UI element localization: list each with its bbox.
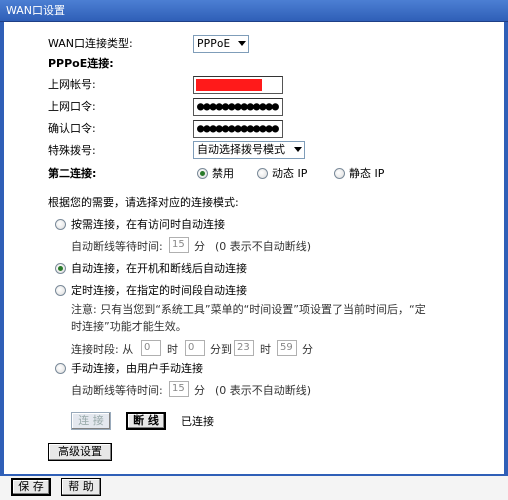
username-input[interactable] (193, 76, 283, 94)
mode-on-demand-label: 按需连接，在有访问时自动连接 (71, 218, 225, 231)
dial-mode-select[interactable]: 自动选择拨号模式 (193, 141, 305, 159)
wan-type-value: PPPoE (197, 37, 231, 50)
advanced-settings-button[interactable]: 高级设置 (48, 443, 112, 461)
frame-right (504, 22, 508, 474)
period-min-to: 分到 (210, 343, 232, 356)
mode-on-demand-radio[interactable] (55, 219, 66, 230)
mode-auto-label: 自动连接，在开机和断线后自动连接 (71, 262, 247, 275)
confirm-password-input[interactable]: ●●●●●●●●●●●●● (193, 120, 283, 138)
redacted-mask (196, 79, 262, 91)
connection-status: 已连接 (181, 415, 214, 428)
period-to-minute-input[interactable]: 59 (277, 340, 297, 356)
idle-unit-1: 分 (194, 240, 205, 253)
timed-note-line-1: 注意: 只有当您到“系统工具”菜单的“时间设置”项设置了当前时间后，“定 (71, 303, 426, 316)
save-button[interactable]: 保 存 (11, 478, 51, 496)
second-dynamic-ip-label: 动态 IP (272, 167, 308, 180)
mode-manual-radio[interactable] (55, 363, 66, 374)
second-dynamic-ip-radio[interactable] (257, 168, 268, 179)
period-from-minute-input[interactable]: 0 (185, 340, 205, 356)
wan-type-select[interactable]: PPPoE (193, 35, 249, 53)
period-from-hour-input[interactable]: 0 (141, 340, 161, 356)
confirm-password-label: 确认口令: (48, 122, 96, 135)
password-input[interactable]: ●●●●●●●●●●●●● (193, 98, 283, 116)
idle-note-2: (0 表示不自动断线) (215, 384, 312, 397)
idle-note-1: (0 表示不自动断线) (215, 240, 312, 253)
period-to-hour-input[interactable]: 23 (234, 340, 254, 356)
mode-timed-label: 定时连接，在指定的时间段自动连接 (71, 284, 247, 297)
mode-auto-radio[interactable] (55, 263, 66, 274)
password-label: 上网口令: (48, 100, 96, 113)
period-minute-unit: 分 (302, 343, 313, 356)
second-disabled-label: 禁用 (212, 167, 234, 180)
wan-type-label: WAN口连接类型: (48, 37, 133, 50)
chevron-down-icon (238, 41, 246, 46)
frame-left (0, 22, 4, 474)
second-disabled-radio[interactable] (197, 168, 208, 179)
dial-mode-value: 自动选择拨号模式 (197, 143, 285, 156)
period-hour-unit-1: 时 (167, 343, 178, 356)
disconnect-button[interactable]: 断 线 (126, 412, 166, 430)
connect-button[interactable]: 连 接 (71, 412, 111, 430)
window-title: WAN口设置 (6, 4, 66, 17)
idle-unit-2: 分 (194, 384, 205, 397)
mode-timed-radio[interactable] (55, 285, 66, 296)
idle-wait-input-1[interactable]: 15 (169, 237, 189, 253)
second-static-ip-label: 静态 IP (349, 167, 385, 180)
window-titlebar: WAN口设置 (0, 0, 508, 22)
second-connection-label: 第二连接: (48, 167, 97, 180)
idle-wait-label-2: 自动断线等待时间: (71, 384, 163, 397)
timed-note-line-2: 时连接”功能才能生效。 (71, 320, 187, 333)
mode-manual-label: 手动连接，由用户手动连接 (71, 362, 203, 375)
second-static-ip-radio[interactable] (334, 168, 345, 179)
username-label: 上网帐号: (48, 78, 96, 91)
pppoe-section-title: PPPoE连接: (48, 57, 114, 70)
mode-prompt: 根据您的需要，请选择对应的连接模式: (48, 196, 239, 209)
period-label: 连接时段: 从 (71, 343, 134, 356)
dial-mode-label: 特殊拨号: (48, 144, 96, 157)
idle-wait-label-1: 自动断线等待时间: (71, 240, 163, 253)
idle-wait-input-2[interactable]: 15 (169, 381, 189, 397)
chevron-down-icon (294, 147, 302, 152)
period-hour-unit-2: 时 (260, 343, 271, 356)
help-button[interactable]: 帮 助 (61, 478, 101, 496)
